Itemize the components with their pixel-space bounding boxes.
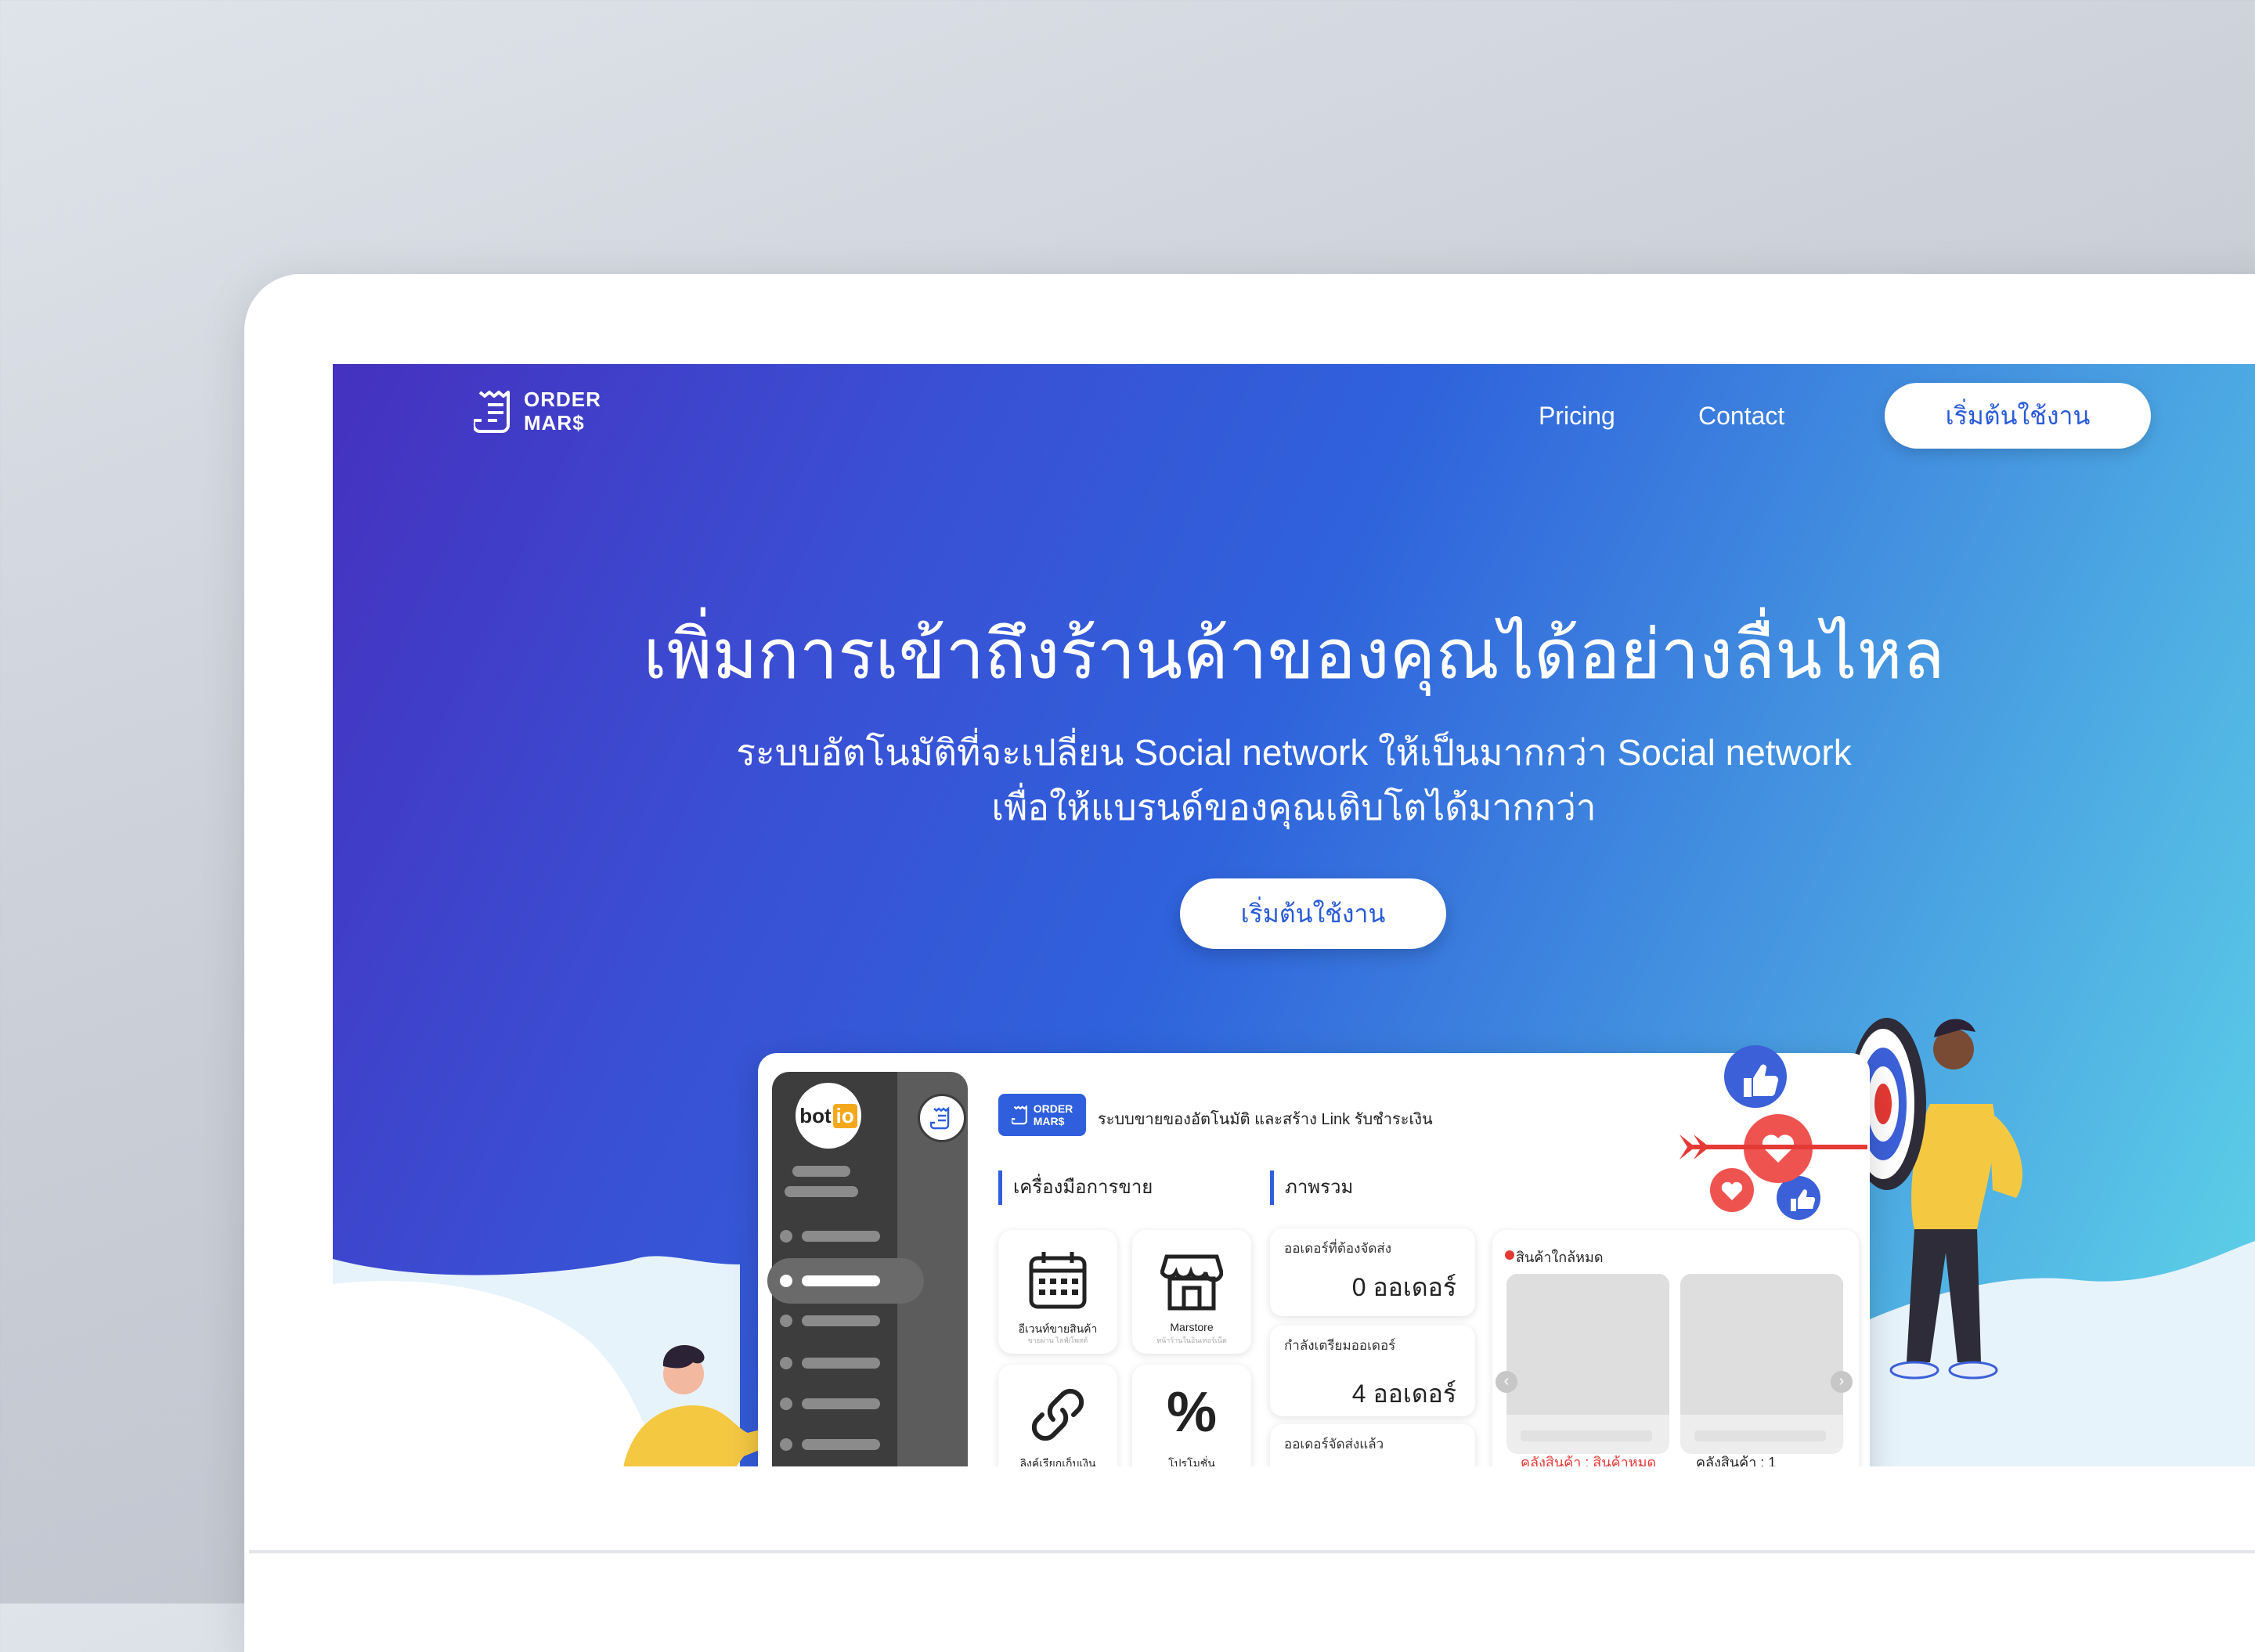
hero-subtitle-line1: ระบบอัตโนมัติที่จะเปลี่ยน Social network…	[736, 732, 1852, 773]
sidebar-item-dot	[780, 1357, 792, 1369]
tool-card-payment-link[interactable]: ลิงค์เรียกเก็บเงิน	[998, 1365, 1117, 1466]
hero-title: เพิ่มการเข้าถึงร้านค้าของคุณได้อย่างลื่น…	[643, 615, 1945, 693]
tool-card-marstore[interactable]: Marstore หน้าร้านในอินเทอร์เน็ต	[1132, 1230, 1251, 1354]
percent-icon: %	[1166, 1381, 1218, 1444]
sidebar-profile-line	[785, 1186, 858, 1197]
top-navbar: ORDER MAR$ Pricing Contact เริ่มต้นใช้งา…	[333, 364, 2255, 466]
receipt-icon	[1011, 1105, 1027, 1125]
alert-dot	[1505, 1250, 1514, 1260]
nav-get-started-button[interactable]: เริ่มต้นใช้งาน	[1885, 383, 2151, 449]
social-engagement-illustration	[1680, 1045, 1867, 1220]
hero-subtitle-line2: เพื่อให้แบรนด์ของคุณเติบโตได้มากกว่า	[991, 787, 1597, 828]
laptop-base	[249, 1550, 2255, 1553]
sidebar-item-dot	[780, 1398, 792, 1410]
product-stock-label: คลังสินค้า : 1	[1696, 1455, 1777, 1466]
sales-tools-heading: เครื่องมือการขาย	[998, 1170, 1153, 1205]
sidebar-item[interactable]	[802, 1231, 880, 1242]
stat-title: ออเดอร์ที่ต้องจัดส่ง	[1284, 1241, 1392, 1256]
sidebar-item-dot	[780, 1438, 792, 1451]
tool-card-promotion[interactable]: % โปรโมชั่น	[1132, 1365, 1251, 1466]
brand-wordmark: ORDER MAR$	[524, 388, 601, 435]
website-screen: ORDER MAR$ Pricing Contact เริ่มต้นใช้งา…	[333, 364, 2255, 1466]
tool-label: Marstore	[1170, 1321, 1214, 1333]
hero-get-started-button[interactable]: เริ่มต้นใช้งาน	[1180, 878, 1446, 949]
tool-sublabel: ขายผ่าน ไลฟ์/โพสต์	[1027, 1336, 1088, 1344]
brand-logo[interactable]: ORDER MAR$	[474, 388, 601, 435]
dash-brand-line1: ORDER	[1033, 1102, 1073, 1115]
stat-card-to-ship[interactable]: ออเดอร์ที่ต้องจัดส่ง 0 ออเดอร์	[1270, 1228, 1475, 1316]
stat-title: กำลังเตรียมออเดอร์	[1284, 1338, 1396, 1353]
tool-sublabel: หน้าร้านในอินเทอร์เน็ต	[1156, 1336, 1227, 1344]
link-icon	[1031, 1388, 1084, 1441]
nav-link-pricing[interactable]: Pricing	[1539, 402, 1615, 431]
sidebar-item[interactable]	[802, 1439, 880, 1450]
stat-card-preparing[interactable]: กำลังเตรียมออเดอร์ 4 ออเดอร์	[1270, 1326, 1475, 1416]
stat-value: 0 ออเดอร์	[1351, 1273, 1456, 1301]
store-icon	[1160, 1254, 1223, 1311]
chevron-left-icon[interactable]: ‹	[1496, 1371, 1517, 1393]
stat-card-shipped[interactable]: ออเดอร์จัดส่งแล้ว	[1270, 1424, 1475, 1466]
sidebar-item-dot	[780, 1275, 792, 1287]
calendar-icon	[1029, 1252, 1087, 1309]
sidebar-profile-line	[792, 1166, 850, 1177]
tool-label: โปรโมชั่น	[1168, 1457, 1215, 1466]
stat-title: ออเดอร์จัดส่งแล้ว	[1284, 1437, 1384, 1452]
overview-heading: ภาพรวม	[1270, 1170, 1353, 1205]
sidebar-item-dot	[780, 1230, 792, 1243]
dashboard-brand-badge: ORDER MAR$	[998, 1094, 1086, 1136]
brand-line2: MAR$	[524, 411, 585, 435]
product-stock-label: คลังสินค้า : สินค้าหมด	[1521, 1455, 1657, 1466]
tool-card-event[interactable]: อีเวนท์ขายสินค้า ขายผ่าน ไลฟ์/โพสต์	[998, 1230, 1117, 1354]
product-card[interactable]	[1506, 1274, 1669, 1454]
sidebar-receipt-icon[interactable]	[918, 1094, 966, 1142]
botio-logo-io: io	[832, 1103, 857, 1128]
sidebar-item[interactable]	[802, 1358, 880, 1369]
dashboard-tagline: ระบบขายของอัตโนมัติ และสร้าง Link รับชำร…	[1098, 1111, 1433, 1128]
product-card[interactable]	[1680, 1274, 1843, 1454]
botio-logo: bot io	[796, 1083, 861, 1149]
low-stock-title: สินค้าใกล้หมด	[1516, 1250, 1604, 1265]
stat-value: 4 ออเดอร์	[1351, 1380, 1456, 1408]
sidebar-item[interactable]	[802, 1315, 880, 1326]
chevron-right-icon[interactable]: ›	[1831, 1371, 1853, 1393]
botio-logo-text: bot	[799, 1103, 832, 1127]
sidebar-item[interactable]	[802, 1398, 880, 1409]
sidebar-item-active[interactable]	[802, 1275, 880, 1286]
tool-label: ลิงค์เรียกเก็บเงิน	[1019, 1457, 1096, 1466]
receipt-icon	[474, 391, 510, 433]
dash-brand-line2: MAR$	[1033, 1115, 1065, 1127]
nav-link-contact[interactable]: Contact	[1698, 402, 1784, 431]
sidebar-item-dot	[780, 1315, 792, 1327]
brand-line1: ORDER	[524, 388, 601, 411]
